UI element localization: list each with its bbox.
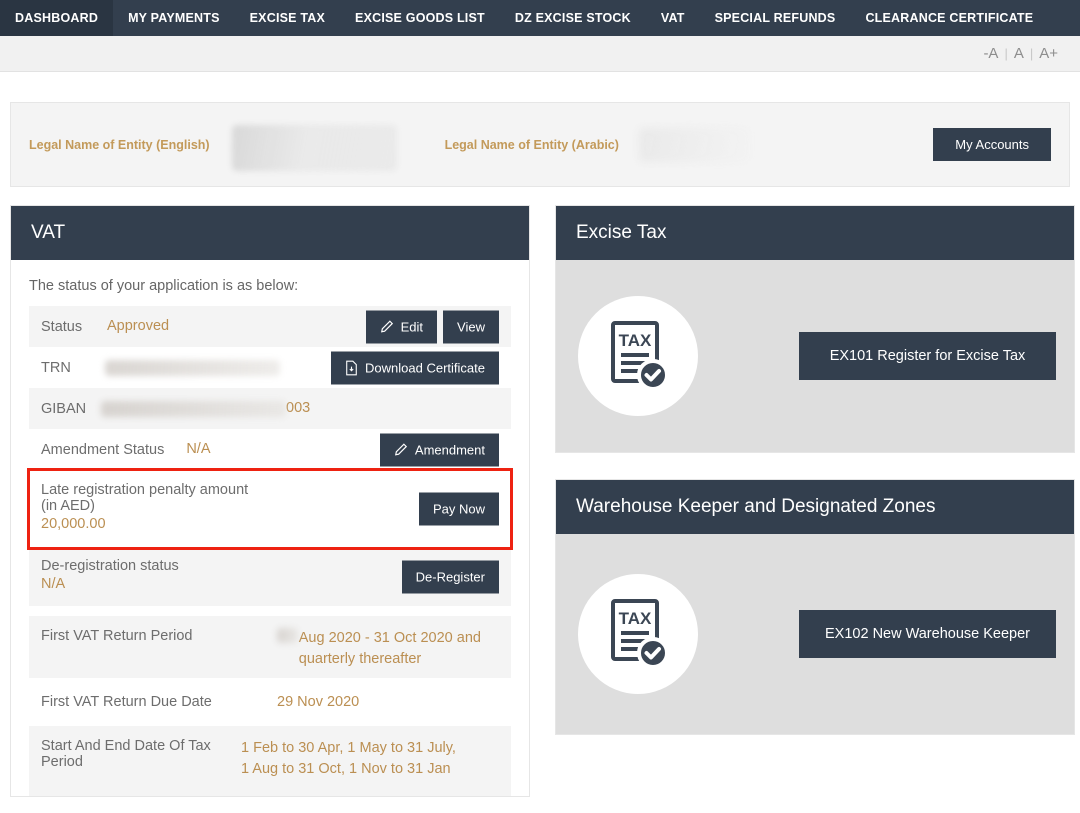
row-label: First VAT Return Period <box>41 628 193 644</box>
pencil-icon <box>380 320 394 334</box>
nav-item-dashboard[interactable]: DASHBOARD <box>0 0 114 36</box>
table-row-tax-period: Start And End Date Of Tax Period 1 Feb t… <box>29 726 511 797</box>
ex102-new-warehouse-keeper-button[interactable]: EX102 New Warehouse Keeper <box>799 610 1056 658</box>
row-label: TRN <box>41 359 71 376</box>
row-label: Status <box>41 318 83 335</box>
my-accounts-button[interactable]: My Accounts <box>933 128 1051 161</box>
table-row-amendment-status: Amendment Status N/A Amendment <box>29 429 511 470</box>
download-document-icon <box>345 360 358 375</box>
tax-document-check-icon: TAX <box>578 296 698 416</box>
row-value: 29 Nov 2020 <box>277 693 360 710</box>
legal-name-arabic-label: Legal Name of Entity (Arabic) <box>444 137 619 152</box>
decrease-font-size-button[interactable]: -A <box>981 45 1000 62</box>
nav-item-label: EXCISE GOODS LIST <box>355 11 485 25</box>
increase-font-size-button[interactable]: A+ <box>1037 45 1060 62</box>
nav-item-label: CLEARANCE CERTIFICATE <box>865 11 1034 25</box>
row-value: Approved <box>107 317 170 334</box>
nav-item-excise-goods-list[interactable]: EXCISE GOODS LIST <box>340 0 500 36</box>
row-label: Late registration penalty amount (in AED… <box>41 482 249 515</box>
nav-item-dz-excise-stock[interactable]: DZ EXCISE STOCK <box>500 0 646 36</box>
panel-spacer <box>555 453 1075 479</box>
legal-name-english-label: Legal Name of Entity (English) <box>29 137 210 152</box>
table-row-giban: GIBAN 003 <box>29 388 511 429</box>
ex101-register-excise-tax-button[interactable]: EX101 Register for Excise Tax <box>799 332 1056 380</box>
excise-tax-panel-body: TAX EX101 Register for Excise Tax <box>556 260 1074 452</box>
legal-name-arabic-value-redacted <box>638 127 749 162</box>
nav-item-my-payments[interactable]: MY PAYMENTS <box>113 0 235 36</box>
giban-value-suffix: 003 <box>286 399 311 416</box>
row-label: GIBAN <box>41 400 87 417</box>
amendment-button-label: Amendment <box>414 442 485 457</box>
pay-now-button[interactable]: Pay Now <box>418 492 499 526</box>
nav-item-special-refunds[interactable]: SPECIAL REFUNDS <box>700 0 851 36</box>
tax-document-check-icon: TAX <box>578 574 698 694</box>
table-row-first-vat-return-period: First VAT Return Period Aug 2020 - 31 Oc… <box>29 616 511 679</box>
row-spacer <box>29 606 511 616</box>
download-certificate-label: Download Certificate <box>365 360 485 375</box>
svg-text:TAX: TAX <box>619 331 652 350</box>
legal-name-english-value-redacted <box>231 124 397 171</box>
row-value: N/A <box>186 440 211 457</box>
row-label: Start And End Date Of Tax Period <box>41 738 211 771</box>
table-row-late-registration-penalty: Late registration penalty amount (in AED… <box>27 468 513 550</box>
excise-tax-panel-title: Excise Tax <box>556 206 1074 260</box>
nav-item-label: DZ EXCISE STOCK <box>514 11 631 25</box>
vat-intro-text: The status of your application is as bel… <box>29 278 299 294</box>
table-row-trn: TRN Download Certificate <box>29 347 511 388</box>
row-value: Aug 2020 - 31 Oct 2020 and quarterly the… <box>298 630 481 668</box>
edit-button-label: Edit <box>400 319 424 334</box>
row-label: De-registration status <box>41 558 179 575</box>
view-button[interactable]: View <box>443 310 499 343</box>
vat-panel: VAT The status of your application is as… <box>10 205 530 798</box>
separator: | <box>1004 46 1008 61</box>
nav-item-excise-tax[interactable]: EXCISE TAX <box>235 0 340 36</box>
row-value: 20,000.00 <box>41 516 106 533</box>
table-row-first-vat-return-due-date: First VAT Return Due Date 29 Nov 2020 <box>29 678 511 727</box>
normal-font-size-button[interactable]: A <box>1012 45 1026 62</box>
nav-item-label: DASHBOARD <box>15 11 99 25</box>
de-register-button[interactable]: De-Register <box>401 560 499 594</box>
row-value: N/A <box>41 576 66 593</box>
row-actions: Pay Now <box>418 492 499 526</box>
row-label: Amendment Status <box>41 441 165 458</box>
nav-item-vat[interactable]: VAT <box>646 0 700 36</box>
row-value: 1 Feb to 30 Apr, 1 May to 31 July, 1 Aug… <box>241 740 456 778</box>
row-label: First VAT Return Due Date <box>41 694 212 711</box>
row-actions: De-Register <box>401 560 499 594</box>
font-size-toolbar: -A | A | A+ <box>0 36 1080 72</box>
amendment-button[interactable]: Amendment <box>379 433 499 466</box>
warehouse-keeper-panel: Warehouse Keeper and Designated Zones TA… <box>555 479 1075 735</box>
nav-item-label: VAT <box>660 11 685 25</box>
separator: | <box>1029 46 1034 61</box>
edit-button[interactable]: Edit <box>365 310 438 343</box>
nav-item-label: EXCISE TAX <box>249 11 326 25</box>
main-navigation: DASHBOARD MY PAYMENTS EXCISE TAX EXCISE … <box>0 0 1080 36</box>
vat-status-table: Status Approved Edit View TRN Download C… <box>27 306 513 797</box>
warehouse-keeper-panel-body: TAX EX102 New Warehouse Keeper <box>556 534 1074 734</box>
row-actions: Download Certificate <box>331 351 499 384</box>
row-actions: Edit View <box>365 310 499 343</box>
entity-banner: Legal Name of Entity (English) Legal Nam… <box>10 102 1070 187</box>
row-actions: Amendment <box>379 433 499 466</box>
giban-value-redacted <box>101 400 286 417</box>
pencil-icon <box>394 443 408 457</box>
trn-value-redacted <box>105 359 280 376</box>
nav-item-label: MY PAYMENTS <box>128 11 220 25</box>
nav-item-clearance-certificate[interactable]: CLEARANCE CERTIFICATE <box>850 0 1048 36</box>
table-row-deregistration-status: De-registration status N/A De-Register <box>29 548 511 606</box>
download-certificate-button[interactable]: Download Certificate <box>331 351 499 384</box>
nav-item-label: SPECIAL REFUNDS <box>714 11 836 25</box>
excise-tax-panel: Excise Tax TAX EX101 Register for Excise… <box>555 205 1075 453</box>
svg-text:TAX: TAX <box>619 609 652 628</box>
vat-panel-title: VAT <box>11 206 529 260</box>
first-return-period-redacted-prefix <box>277 628 298 643</box>
warehouse-keeper-panel-title: Warehouse Keeper and Designated Zones <box>556 480 1074 534</box>
table-row-status: Status Approved Edit View <box>29 306 511 347</box>
